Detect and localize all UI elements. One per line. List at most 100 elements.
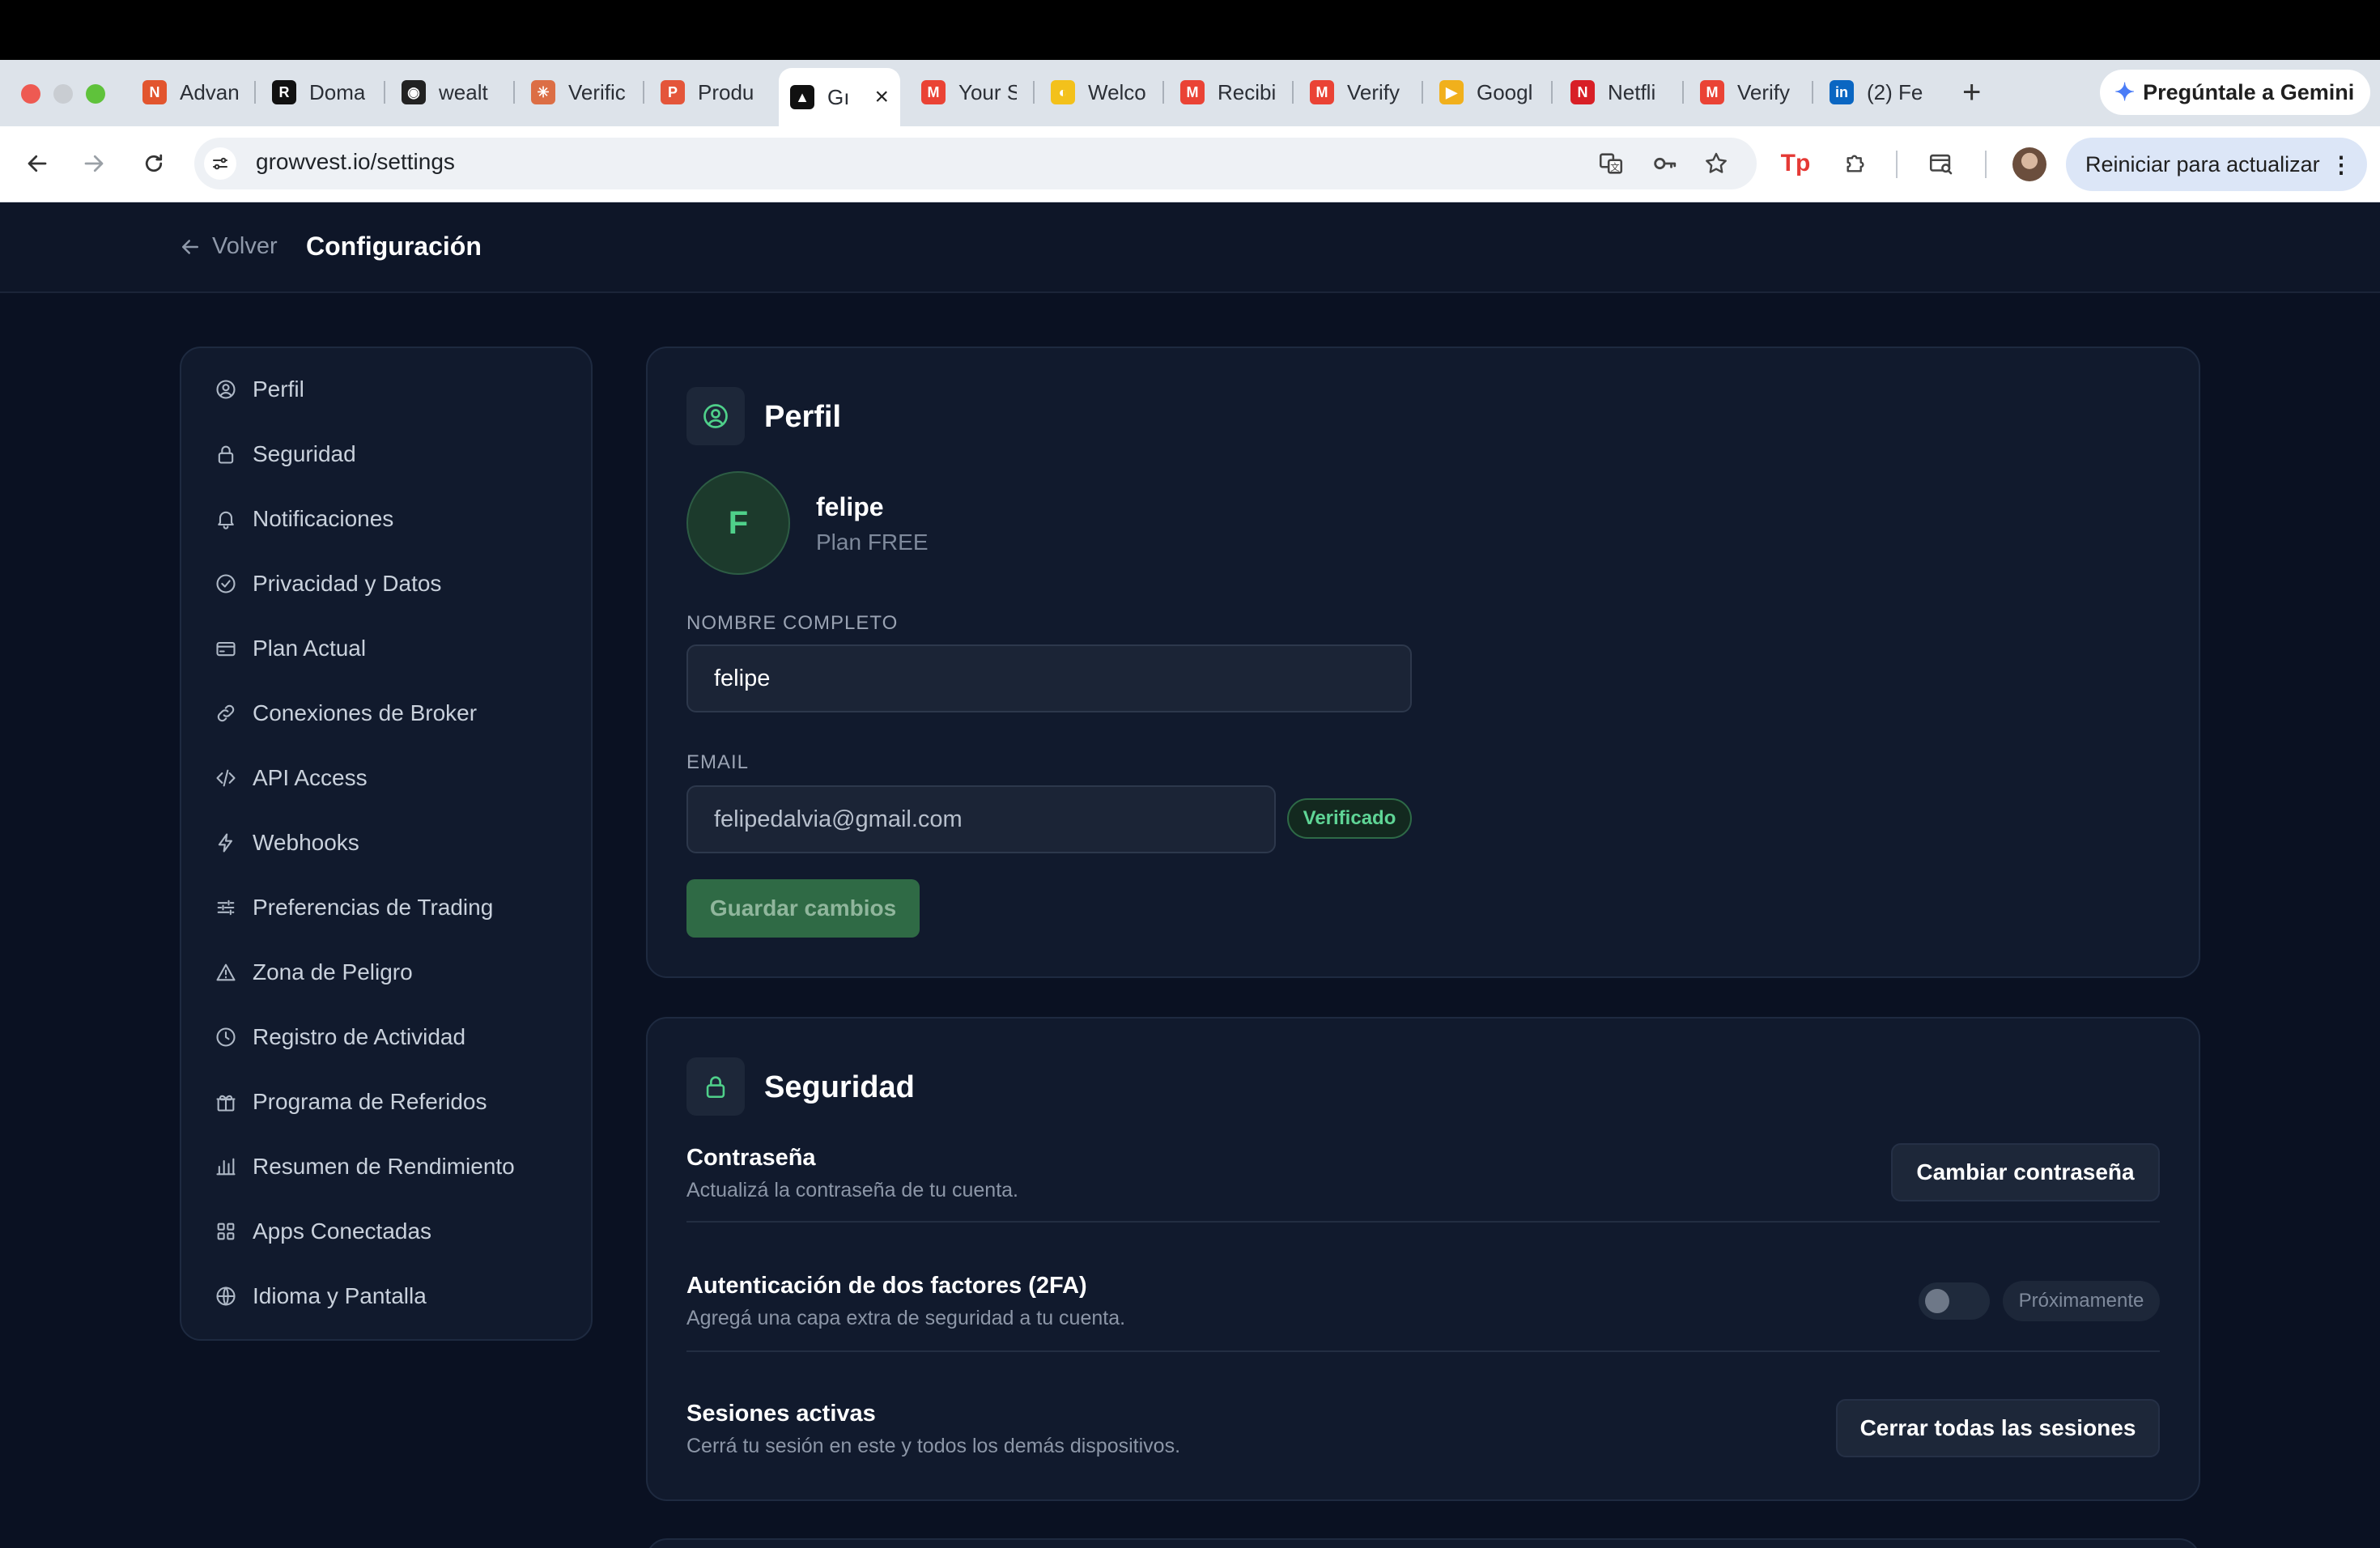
browser-tab[interactable]: M Verify xyxy=(1689,70,1807,115)
browser-tab[interactable]: R Doma xyxy=(261,70,379,115)
browser-tab[interactable]: ▲ Gı × xyxy=(779,68,900,126)
sidebar-item-label: Notificaciones xyxy=(253,506,394,531)
site-settings-icon[interactable] xyxy=(204,147,236,180)
browser-tab[interactable]: M Your S xyxy=(910,70,1028,115)
system-top-bar xyxy=(0,0,2380,60)
close-window-button[interactable] xyxy=(21,84,40,104)
browser-tab[interactable]: M Verify xyxy=(1298,70,1417,115)
gemini-spark-icon: ✦ xyxy=(2114,79,2136,106)
full-name-input[interactable] xyxy=(686,644,1412,712)
sidebar-item-label: Apps Conectadas xyxy=(253,1218,432,1244)
coming-soon-badge: Próximamente xyxy=(2003,1281,2160,1321)
grid-icon xyxy=(214,1219,238,1244)
more-vertical-icon[interactable]: ⋮ xyxy=(2330,151,2352,178)
sidebar-item-grid[interactable]: Apps Conectadas xyxy=(214,1211,431,1252)
sidebar-item-warning[interactable]: Zona de Peligro xyxy=(214,952,413,993)
tab-search-icon[interactable] xyxy=(1923,146,1959,181)
warning-icon xyxy=(214,960,238,985)
sidebar-item-bolt[interactable]: Webhooks xyxy=(214,823,359,863)
tab-separator xyxy=(1292,81,1294,104)
password-title: Contraseña xyxy=(686,1145,816,1171)
browser-tab[interactable]: N Advan xyxy=(131,70,249,115)
gift-icon xyxy=(214,1090,238,1114)
code-icon xyxy=(214,766,238,790)
extensions-puzzle-icon[interactable] xyxy=(1838,146,1873,181)
sidebar-item-bar-chart[interactable]: Resumen de Rendimiento xyxy=(214,1146,515,1187)
change-password-button[interactable]: Cambiar contraseña xyxy=(1891,1143,2160,1201)
password-description: Actualizá la contraseña de tu cuenta. xyxy=(686,1179,1018,1201)
sidebar-item-user-circle[interactable]: Perfil xyxy=(214,369,304,410)
tab-title: Verific xyxy=(568,79,626,104)
plan-label: Plan FREE xyxy=(816,529,929,555)
browser-tab[interactable]: ▶ Googl xyxy=(1428,70,1546,115)
email-input[interactable] xyxy=(686,785,1276,853)
browser-tab[interactable]: in (2) Fe xyxy=(1818,70,1936,115)
browser-tab[interactable]: ✳ Verific xyxy=(520,70,638,115)
tab-favicon-icon: N xyxy=(142,80,167,104)
back-link[interactable]: Volver xyxy=(178,233,278,260)
check-circle-icon xyxy=(214,572,238,596)
sidebar-item-lock[interactable]: Seguridad xyxy=(214,434,356,474)
tab-favicon-icon: M xyxy=(1310,80,1334,104)
password-key-icon[interactable] xyxy=(1647,146,1682,181)
tab-favicon-icon: ▲ xyxy=(790,85,814,109)
tab-favicon-icon: M xyxy=(1180,80,1205,104)
sidebar-item-bell[interactable]: Notificaciones xyxy=(214,499,393,539)
tab-favicon-icon: M xyxy=(1700,80,1724,104)
tab-separator xyxy=(1812,81,1813,104)
tab-separator xyxy=(254,81,256,104)
back-label: Volver xyxy=(212,233,278,259)
user-avatar: F xyxy=(686,471,790,575)
sidebar-item-link[interactable]: Conexiones de Broker xyxy=(214,693,477,734)
reload-icon[interactable] xyxy=(134,144,173,183)
browser-tab[interactable]: N Netfli xyxy=(1559,70,1677,115)
browser-tab[interactable]: P Produ xyxy=(649,70,767,115)
tab-title: Produ xyxy=(698,79,754,104)
tab-separator xyxy=(1422,81,1423,104)
twofa-toggle[interactable] xyxy=(1919,1282,1990,1320)
browser-tab[interactable]: M Recibi xyxy=(1169,70,1287,115)
tab-title: Verify xyxy=(1347,79,1400,104)
sidebar-item-sliders[interactable]: Preferencias de Trading xyxy=(214,887,493,928)
tab-title: Googl xyxy=(1477,79,1533,104)
row-divider xyxy=(686,1221,2160,1223)
sidebar-item-label: Seguridad xyxy=(253,441,356,466)
sidebar-item-label: Programa de Referidos xyxy=(253,1089,487,1114)
profile-avatar[interactable] xyxy=(2012,147,2046,181)
security-title: Seguridad xyxy=(764,1070,915,1104)
sidebar-item-credit-card[interactable]: Plan Actual xyxy=(214,628,366,669)
twofa-title: Autenticación de dos factores (2FA) xyxy=(686,1273,1087,1299)
bar-chart-icon xyxy=(214,1155,238,1179)
extension-tp-icon[interactable]: Tp xyxy=(1778,146,1813,181)
translate-icon[interactable]: 文 xyxy=(1593,146,1629,181)
tab-separator xyxy=(643,81,644,104)
browser-tab[interactable]: ◉ wealt xyxy=(390,70,508,115)
url-text[interactable]: growvest.io/settings xyxy=(256,149,455,175)
sidebar-item-clock[interactable]: Registro de Actividad xyxy=(214,1017,465,1057)
browser-tab[interactable]: ◐ Welco xyxy=(1039,70,1158,115)
minimize-window-button[interactable] xyxy=(53,84,73,104)
save-changes-button[interactable]: Guardar cambios xyxy=(686,879,920,938)
zoom-window-button[interactable] xyxy=(86,84,105,104)
email-label: EMAIL xyxy=(686,751,750,773)
sidebar-item-label: Registro de Actividad xyxy=(253,1024,466,1049)
tab-separator xyxy=(1033,81,1035,104)
close-tab-icon[interactable]: × xyxy=(874,83,889,111)
bookmark-star-icon[interactable] xyxy=(1698,146,1734,181)
close-all-sessions-button[interactable]: Cerrar todas las sesiones xyxy=(1836,1399,2160,1457)
sidebar-item-globe[interactable]: Idioma y Pantalla xyxy=(214,1276,427,1316)
tab-title: Netfli xyxy=(1608,79,1656,104)
new-tab-button[interactable]: + xyxy=(1962,73,1981,112)
tab-title: Your S xyxy=(958,79,1017,104)
row-divider xyxy=(686,1350,2160,1352)
sidebar-item-check-circle[interactable]: Privacidad y Datos xyxy=(214,563,441,604)
tab-separator xyxy=(1551,81,1553,104)
sidebar-item-code[interactable]: API Access xyxy=(214,758,368,798)
bolt-icon xyxy=(214,831,238,855)
tab-favicon-icon: R xyxy=(272,80,296,104)
forward-arrow-icon[interactable] xyxy=(74,144,113,183)
sidebar-item-gift[interactable]: Programa de Referidos xyxy=(214,1082,487,1122)
restart-to-update-button[interactable]: Reiniciar para actualizar ⋮ xyxy=(2066,138,2367,191)
gemini-button[interactable]: ✦ Pregúntale a Gemini xyxy=(2100,70,2370,115)
back-arrow-icon[interactable] xyxy=(18,144,57,183)
